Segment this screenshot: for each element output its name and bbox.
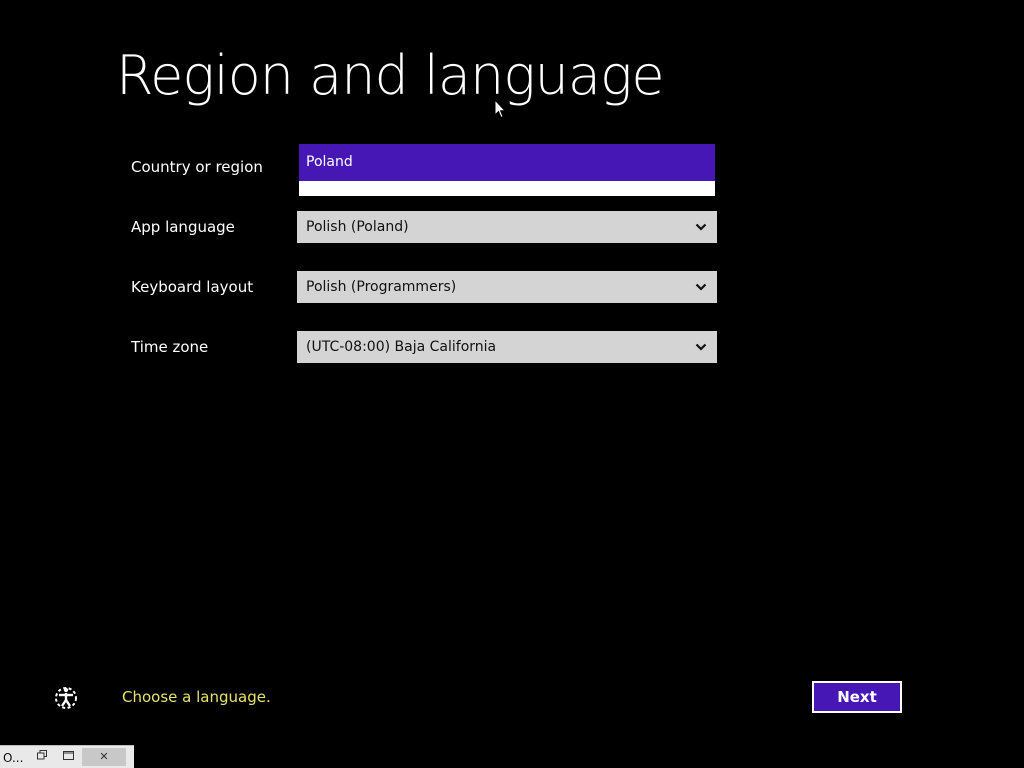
minimized-window-title[interactable]: O... [3,751,23,765]
app-language-value: Polish (Poland) [306,219,409,235]
keyboard-layout-label: Keyboard layout [131,278,254,296]
chevron-down-icon [695,343,707,351]
close-icon[interactable]: ✕ [82,748,126,766]
mouse-pointer-icon [494,99,506,119]
time-zone-value: (UTC-08:00) Baja California [306,339,497,355]
time-zone-label: Time zone [131,338,209,356]
ease-of-access-icon[interactable] [52,684,80,712]
hint-text: Choose a language. [122,688,271,706]
restore-icon[interactable] [30,748,54,766]
chevron-down-icon [695,223,707,231]
time-zone-select[interactable]: (UTC-08:00) Baja California [297,331,717,363]
maximize-icon[interactable] [56,748,80,766]
keyboard-layout-select[interactable]: Polish (Programmers) [297,271,717,303]
minimized-window-bar[interactable]: O... ✕ [0,745,134,768]
next-button[interactable]: Next [812,681,902,713]
country-listbox[interactable]: Poland [299,144,715,196]
country-label: Country or region [131,158,263,176]
chevron-down-icon [695,283,707,291]
app-language-select[interactable]: Polish (Poland) [297,211,717,243]
keyboard-layout-value: Polish (Programmers) [306,279,457,295]
setup-page: Region and language Country or region Po… [0,0,1024,768]
page-title: Region and language [116,44,665,107]
country-option-selected[interactable]: Poland [299,144,715,181]
app-language-label: App language [131,218,235,236]
